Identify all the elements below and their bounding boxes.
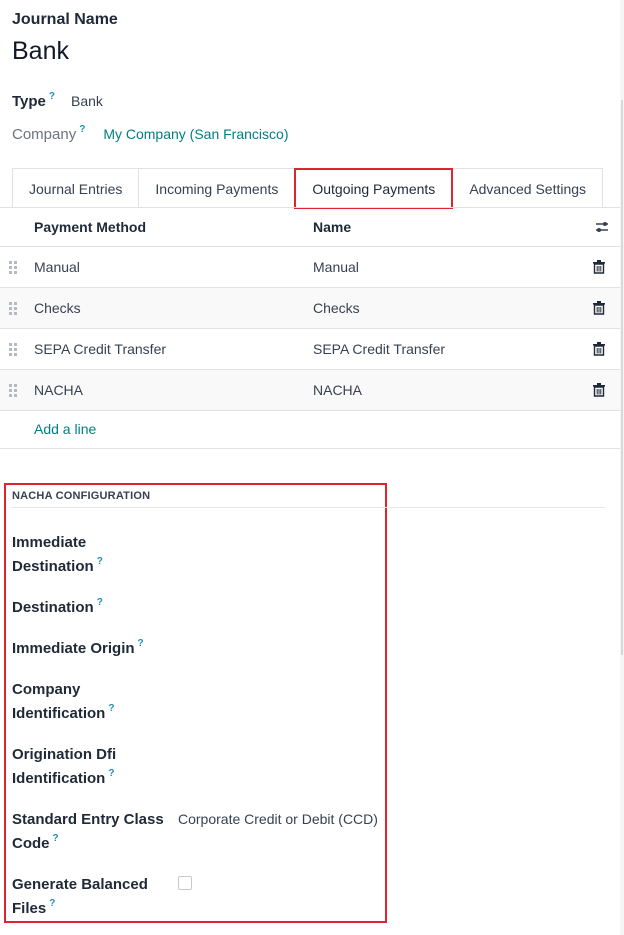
label-line-2: Identification (12, 705, 106, 722)
destination-label: Destination? (12, 596, 172, 622)
name-cell: Manual (313, 259, 359, 275)
type-value[interactable]: Bank (71, 93, 103, 109)
tab-advanced-settings[interactable]: Advanced Settings (453, 168, 604, 208)
generate-balanced-files-label: Generate Balanced Files? (12, 873, 172, 923)
type-field: Type ? Bank (12, 91, 103, 110)
company-value[interactable]: My Company (San Francisco) (103, 126, 288, 142)
label-line-1: Standard Entry Class (12, 811, 164, 828)
help-icon[interactable]: ? (79, 124, 85, 135)
add-line-row: Add a line (0, 411, 620, 449)
sliders-icon[interactable] (594, 219, 610, 235)
trash-icon[interactable] (593, 301, 605, 315)
section-divider (12, 507, 605, 508)
tab-journal-entries[interactable]: Journal Entries (12, 168, 139, 208)
help-icon[interactable]: ? (49, 91, 55, 102)
label-line-2: Identification (12, 770, 106, 787)
help-icon[interactable]: ? (108, 703, 114, 714)
table-row[interactable]: NACHA NACHA (0, 370, 620, 411)
company-label: Company (12, 126, 77, 143)
standard-entry-class-code-label: Standard Entry Class Code? (12, 808, 172, 858)
help-icon[interactable]: ? (108, 768, 114, 779)
drag-handle-icon[interactable] (9, 261, 18, 274)
immediate-destination-label: Immediate Destination? (12, 531, 172, 581)
help-icon[interactable]: ? (49, 898, 55, 909)
journal-name-label: Journal Name (12, 11, 118, 28)
origination-dfi-identification-label: Origination Dfi Identification? (12, 743, 172, 793)
help-icon[interactable]: ? (138, 638, 144, 649)
company-field: Company ? My Company (San Francisco) (12, 124, 288, 143)
tab-incoming-payments[interactable]: Incoming Payments (138, 168, 295, 208)
drag-handle-icon[interactable] (9, 384, 18, 397)
column-payment-method[interactable]: Payment Method (34, 219, 146, 235)
table-row[interactable]: Checks Checks (0, 288, 620, 329)
help-icon[interactable]: ? (97, 597, 103, 608)
label-line-1: Origination Dfi (12, 746, 117, 763)
label-line-2: Code (12, 835, 50, 852)
label-line-2: Destination (12, 558, 94, 575)
notebook-tabs: Journal Entries Incoming Payments Outgoi… (12, 168, 604, 209)
payment-method-cell: NACHA (34, 382, 84, 398)
name-cell: SEPA Credit Transfer (313, 341, 446, 357)
help-icon[interactable]: ? (53, 833, 59, 844)
trash-icon[interactable] (593, 260, 605, 274)
standard-entry-class-code-select[interactable]: Corporate Credit or Debit (CCD) (178, 811, 378, 827)
help-icon[interactable]: ? (97, 556, 103, 567)
label-line-1: Generate Balanced (12, 876, 148, 893)
payment-method-cell: Manual (34, 259, 80, 275)
payment-methods-table: Payment Method Name Manual Manual Checks… (0, 207, 620, 449)
name-cell: NACHA (313, 382, 363, 398)
label-line-1: Company (12, 681, 81, 698)
label-line-1: Immediate Origin (12, 640, 135, 657)
table-header: Payment Method Name (0, 208, 620, 247)
label-line-1: Destination (12, 599, 94, 616)
name-cell: Checks (313, 300, 360, 316)
immediate-origin-label: Immediate Origin? (12, 637, 172, 663)
company-identification-label: Company Identification? (12, 678, 172, 728)
table-row[interactable]: SEPA Credit Transfer SEPA Credit Transfe… (0, 329, 620, 370)
payment-method-cell: Checks (34, 300, 81, 316)
column-name[interactable]: Name (313, 219, 351, 235)
table-row[interactable]: Manual Manual (0, 247, 620, 288)
scrollbar-thumb[interactable] (621, 100, 623, 655)
drag-handle-icon[interactable] (9, 343, 18, 356)
journal-name-value[interactable]: Bank (12, 37, 69, 66)
drag-handle-icon[interactable] (9, 302, 18, 315)
nacha-section-title: NACHA CONFIGURATION (12, 490, 151, 502)
generate-balanced-files-checkbox[interactable] (178, 876, 192, 890)
payment-method-cell: SEPA Credit Transfer (34, 341, 167, 357)
type-label: Type (12, 93, 46, 110)
add-line-link[interactable]: Add a line (34, 421, 96, 437)
tab-outgoing-payments[interactable]: Outgoing Payments (294, 168, 454, 209)
label-line-1: Immediate (12, 534, 87, 551)
label-line-2: Files (12, 900, 47, 917)
trash-icon[interactable] (593, 342, 605, 356)
trash-icon[interactable] (593, 383, 605, 397)
